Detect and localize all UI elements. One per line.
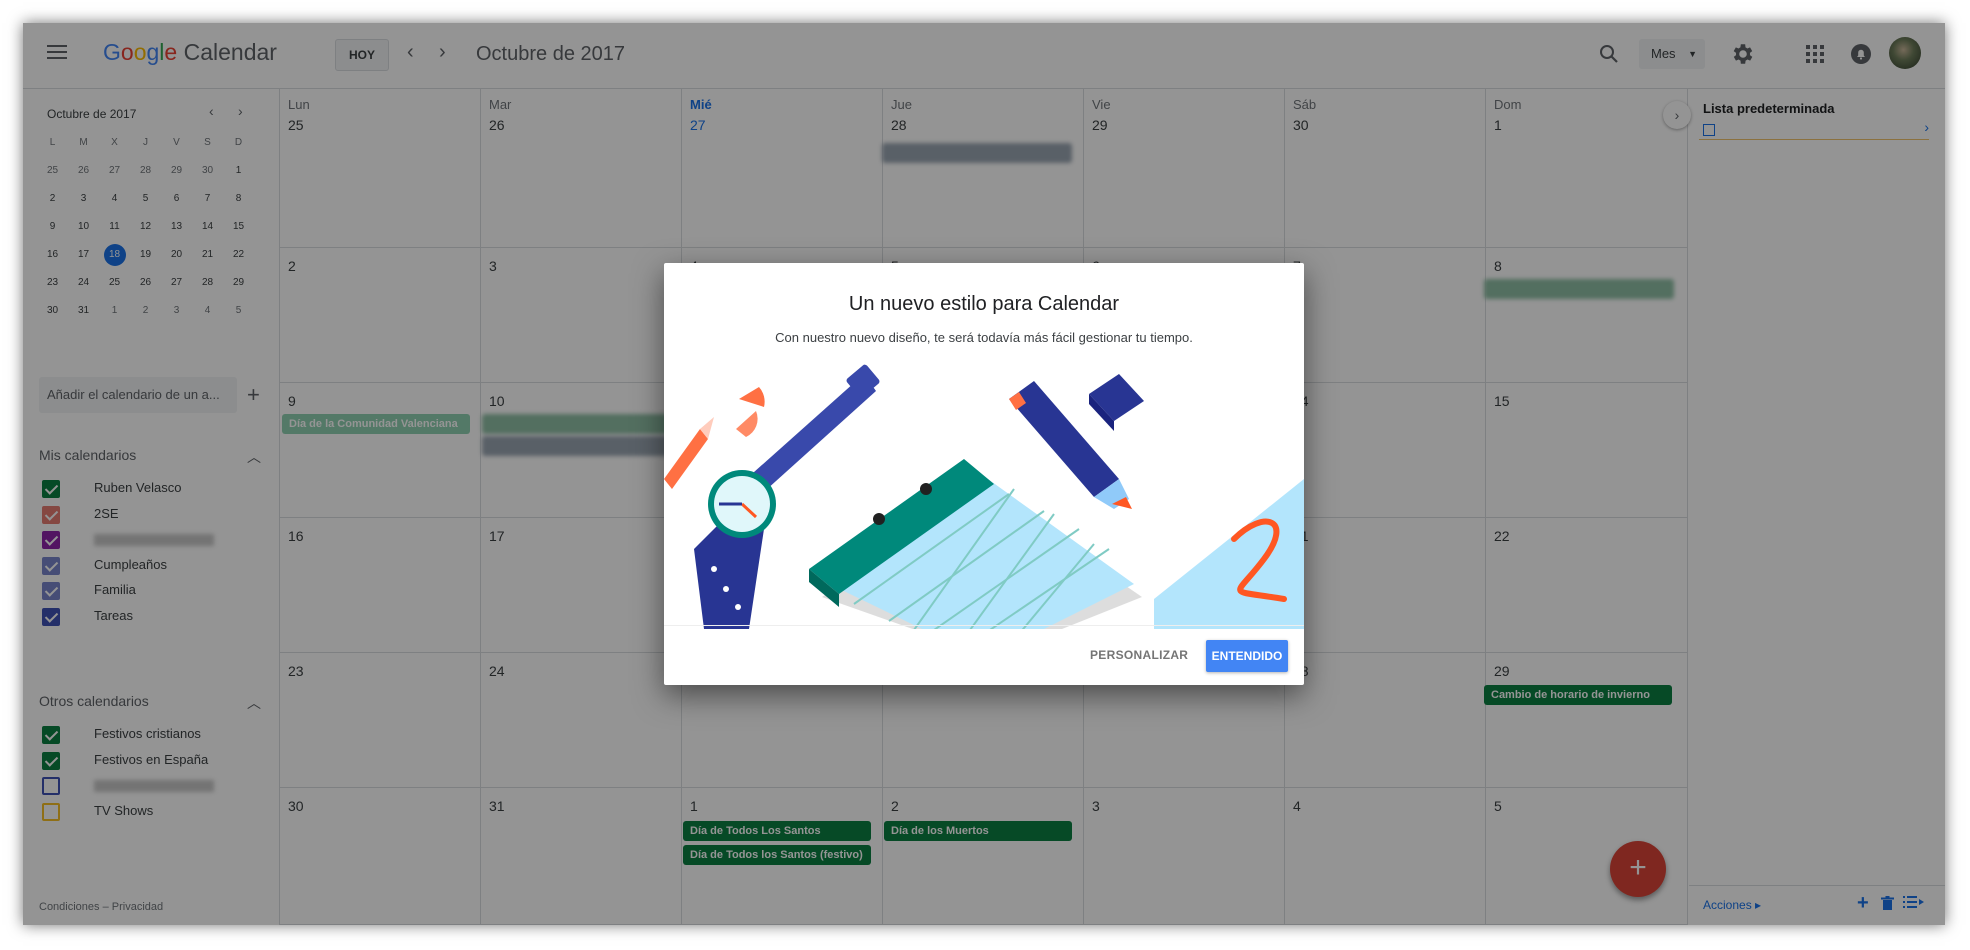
calendar-app: Google Calendar HOY ‹ › Octubre de 2017 … bbox=[23, 23, 1945, 925]
dialog-actions: PERSONALIZAR ENTENDIDO bbox=[664, 625, 1304, 685]
dialog-title: Un nuevo estilo para Calendar bbox=[848, 293, 1120, 315]
customize-button[interactable]: PERSONALIZAR bbox=[1090, 648, 1188, 662]
window-frame: Google Calendar HOY ‹ › Octubre de 2017 … bbox=[23, 23, 1945, 925]
got-it-button[interactable]: ENTENDIDO bbox=[1206, 640, 1288, 672]
dialog-subtitle: Con nuestro nuevo diseño, te será todaví… bbox=[775, 330, 1193, 345]
dialog-illustration bbox=[664, 359, 1304, 665]
welcome-dialog: Un nuevo estilo para Calendar Con nuestr… bbox=[664, 263, 1304, 685]
illustration-svg bbox=[664, 359, 1304, 665]
